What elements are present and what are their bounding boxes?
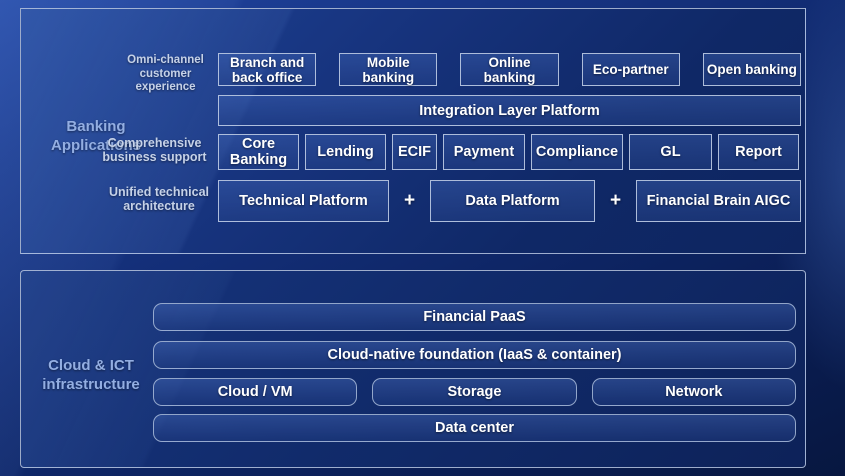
box-open-banking: Open banking (703, 53, 801, 86)
business-support-label: Comprehensive business support (96, 136, 213, 164)
plus-separator: + (595, 180, 636, 222)
box-data-platform: Data Platform (430, 180, 595, 222)
box-ecif: ECIF (392, 134, 437, 170)
architecture-diagram: Banking Applications Omni-channel custom… (0, 0, 845, 476)
bar-integration-layer-platform: Integration Layer Platform (218, 95, 801, 126)
cloud-ict-panel: Cloud & ICT infrastructure Financial Paa… (20, 270, 806, 468)
box-mobile-banking: Mobile banking (339, 53, 437, 86)
technical-boxes-row: Technical Platform + Data Platform + Fin… (218, 180, 801, 222)
box-gl: GL (629, 134, 712, 170)
box-online-banking: Online banking (460, 53, 558, 86)
box-financial-brain-aigc: Financial Brain AIGC (636, 180, 801, 222)
box-technical-platform: Technical Platform (218, 180, 389, 222)
box-eco-partner: Eco-partner (582, 53, 680, 86)
box-payment: Payment (443, 134, 525, 170)
banking-applications-panel: Banking Applications Omni-channel custom… (20, 8, 806, 254)
box-cloud-vm: Cloud / VM (153, 378, 357, 406)
box-report: Report (718, 134, 799, 170)
box-network: Network (592, 378, 796, 406)
infrastructure-resources-row: Cloud / VM Storage Network (153, 378, 796, 406)
cloud-ict-title: Cloud & ICT infrastructure (31, 356, 151, 394)
omni-channel-label: Omni-channel customer experience (118, 54, 213, 95)
box-branch-back-office: Branch and back office (218, 53, 316, 86)
box-lending: Lending (305, 134, 386, 170)
bar-cloud-native-foundation: Cloud-native foundation (IaaS & containe… (153, 341, 796, 369)
bar-data-center: Data center (153, 414, 796, 442)
channel-boxes-row: Branch and back office Mobile banking On… (218, 53, 801, 86)
box-core-banking: Core Banking (218, 134, 299, 170)
box-compliance: Compliance (531, 134, 623, 170)
box-storage: Storage (372, 378, 576, 406)
plus-separator: + (389, 180, 430, 222)
bar-financial-paas: Financial PaaS (153, 303, 796, 331)
business-boxes-row: Core Banking Lending ECIF Payment Compli… (218, 134, 801, 170)
technical-architecture-label: Unified technical architecture (104, 185, 214, 213)
